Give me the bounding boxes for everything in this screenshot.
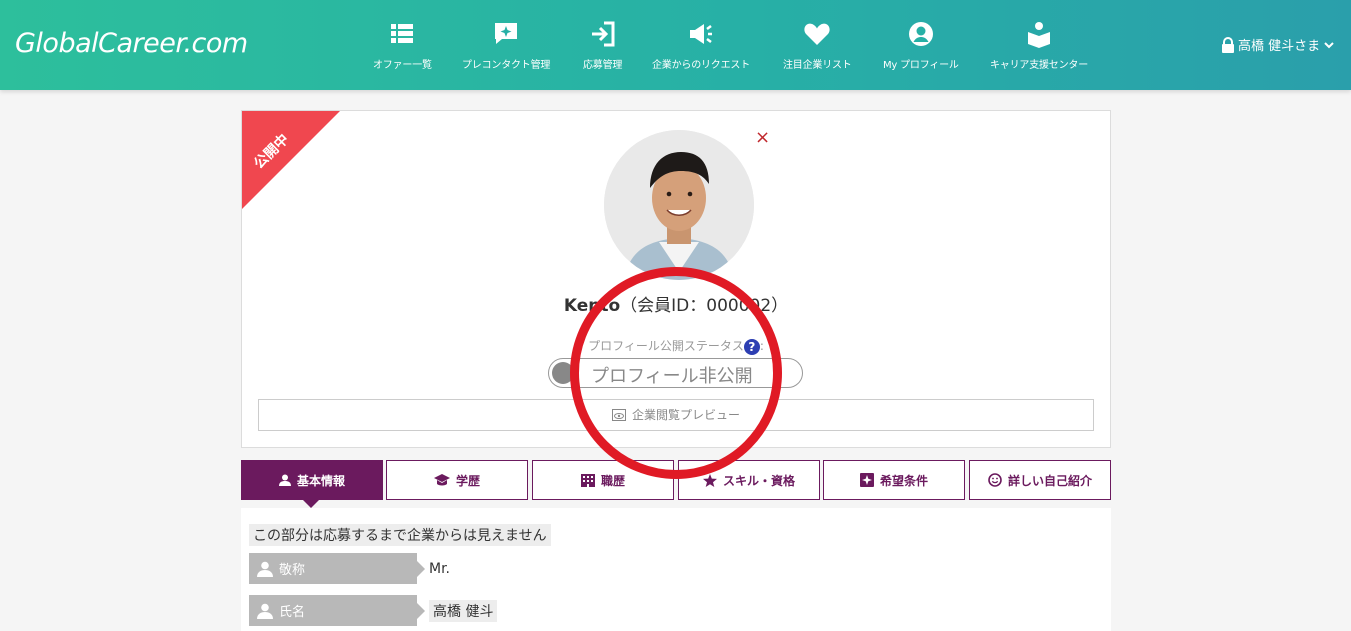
lock-icon <box>1222 36 1234 53</box>
company-preview-button[interactable]: 企業閲覧プレビュー <box>258 399 1094 431</box>
active-tab-pointer <box>303 500 319 508</box>
eye-window-icon <box>611 409 626 421</box>
tab-skills[interactable]: スキル・資格 <box>678 460 820 500</box>
tab-work-history-label: 職歴 <box>600 473 625 488</box>
nav-applications-label: 応募管理 <box>583 60 623 71</box>
tab-preferences[interactable]: 希望条件 <box>823 460 965 500</box>
member-id: （会員ID：000002） <box>620 296 789 316</box>
chevron-down-icon <box>1324 41 1334 48</box>
field-label-title: 敬称 <box>249 553 425 584</box>
nav-watch-list[interactable]: 注目企業リスト <box>783 20 852 71</box>
nav-my-profile-label: My プロフィール <box>883 60 959 71</box>
nav-watch-list-label: 注目企業リスト <box>783 60 852 71</box>
tab-basic-info-label: 基本情報 <box>296 473 345 488</box>
nav-offers-label: オファー一覧 <box>373 60 432 71</box>
graduation-cap-icon <box>433 474 450 486</box>
profile-photo <box>604 130 754 280</box>
nav-precontact-label: プレコンタクト管理 <box>462 60 551 71</box>
heart-icon <box>804 23 830 45</box>
smile-icon <box>988 473 1002 487</box>
building-icon <box>580 473 595 487</box>
company-preview-label: 企業閲覧プレビュー <box>631 408 740 422</box>
member-name: Kento <box>563 296 621 316</box>
close-icon[interactable]: × <box>755 127 770 148</box>
nav-company-requests-label: 企業からのリクエスト <box>652 60 750 71</box>
star-icon <box>702 473 717 487</box>
avatar[interactable] <box>604 130 754 280</box>
megaphone-icon <box>690 24 712 44</box>
nav-company-requests[interactable]: 企業からのリクエスト <box>652 20 750 71</box>
sparkle-badge-icon <box>859 473 874 487</box>
reading-person-icon <box>1028 22 1050 48</box>
chat-sparkle-icon <box>495 23 518 44</box>
help-icon[interactable]: ? <box>743 338 760 355</box>
field-value-title: Mr. <box>429 561 450 577</box>
person-icon <box>257 603 273 619</box>
field-label-name: 氏名 <box>249 595 425 626</box>
tab-self-introduction[interactable]: 詳しい自己紹介 <box>969 460 1111 500</box>
member-name-line: Kento（会員ID：000002） <box>242 291 1110 316</box>
user-name: 高橋 健斗さま <box>1238 39 1321 54</box>
nav-offers[interactable]: オファー一覧 <box>373 20 432 71</box>
nav-precontact[interactable]: プレコンタクト管理 <box>462 20 550 71</box>
list-icon <box>391 24 414 43</box>
tab-preferences-label: 希望条件 <box>879 473 928 488</box>
person-icon <box>278 474 291 486</box>
profile-card: 公開中 × Kento（会員ID：000002） プロフィール公開ステータス?:… <box>241 110 1111 448</box>
field-label-name-text: 氏名 <box>279 605 306 620</box>
toggle-knob <box>552 362 574 384</box>
top-navigation-bar: GlobalCareer.com オファー一覧 プレコンタクト管理 応募管理 企… <box>0 0 1351 90</box>
field-value-name: 高橋 健斗 <box>429 600 498 622</box>
nav-applications[interactable]: 応募管理 <box>583 20 622 71</box>
toggle-text: プロフィール非公開 <box>591 366 753 387</box>
privacy-notice: この部分は応募するまで企業からは見えません <box>249 524 551 546</box>
profile-visibility-toggle[interactable]: プロフィール非公開 <box>548 358 803 388</box>
nav-career-support-label: キャリア支援センター <box>990 60 1088 71</box>
nav-my-profile[interactable]: My プロフィール <box>883 20 959 71</box>
tab-education[interactable]: 学歴 <box>386 460 528 500</box>
person-icon <box>257 561 273 577</box>
tab-education-label: 学歴 <box>455 473 480 488</box>
tab-basic-info[interactable]: 基本情報 <box>241 460 383 500</box>
profile-status-label-row: プロフィール公開ステータス?: <box>242 337 1110 355</box>
tab-work-history[interactable]: 職歴 <box>532 460 674 500</box>
user-menu[interactable]: 高橋 健斗さま <box>1221 35 1335 54</box>
site-logo[interactable]: GlobalCareer.com <box>15 28 248 59</box>
profile-status-label: プロフィール公開ステータス <box>588 339 744 353</box>
status-colon: : <box>759 339 764 353</box>
field-label-title-text: 敬称 <box>279 563 306 578</box>
tab-skills-label: スキル・資格 <box>722 473 795 488</box>
nav-career-support[interactable]: キャリア支援センター <box>990 20 1088 71</box>
user-circle-icon <box>908 22 933 46</box>
tab-self-introduction-label: 詳しい自己紹介 <box>1007 473 1092 488</box>
login-arrow-icon <box>591 21 615 47</box>
